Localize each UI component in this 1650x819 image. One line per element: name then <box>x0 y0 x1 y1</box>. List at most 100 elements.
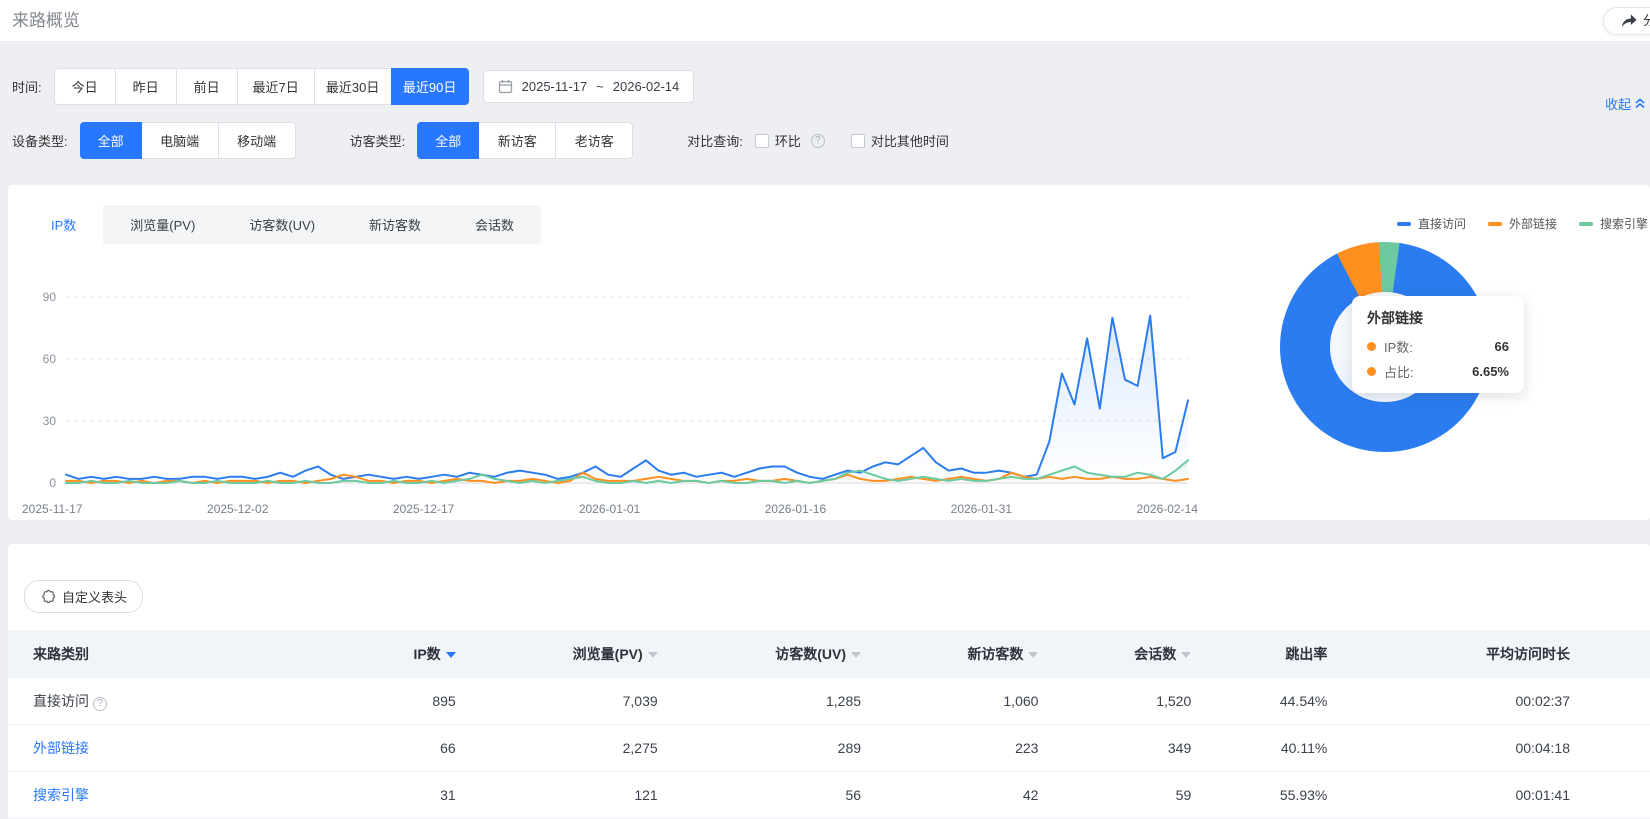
device-filter-option[interactable]: 全部 <box>80 122 142 159</box>
time-filter-option[interactable]: 最近90日 <box>391 68 469 105</box>
time-filter-option[interactable]: 前日 <box>176 68 238 105</box>
time-filter-group: 今日昨日前日最近7日最近30日最近90日 <box>54 68 469 105</box>
column-header[interactable]: 新访客数 <box>885 630 1062 678</box>
help-icon[interactable]: ? <box>811 134 825 148</box>
x-axis-labels: 2025-11-172025-12-022025-12-172026-01-01… <box>18 500 1198 516</box>
share-icon <box>1620 13 1637 29</box>
svg-text:90: 90 <box>43 290 57 304</box>
table-cell: 349 <box>1062 725 1215 772</box>
trend-chart: 0306090 2025-11-172025-12-022025-12-1720… <box>18 285 1203 516</box>
x-axis-tick: 2025-12-17 <box>393 502 454 516</box>
legend-swatch <box>1579 222 1593 226</box>
device-filter-option[interactable]: 移动端 <box>218 122 296 159</box>
table-row: 直接访问?8957,0391,2851,0601,52044.54%00:02:… <box>8 678 1650 725</box>
metric-tab[interactable]: 会话数 <box>448 205 541 244</box>
series-dot-icon <box>1367 342 1376 351</box>
time-filter-option[interactable]: 最近7日 <box>237 68 315 105</box>
top-bar: 来路概览 分享 <box>0 0 1650 42</box>
sort-caret-icon[interactable] <box>648 652 658 658</box>
share-label: 分享 <box>1643 13 1650 29</box>
table-cell: 31 <box>353 772 480 819</box>
series-dot-icon <box>1367 367 1376 376</box>
table-cell: 00:01:41 <box>1351 772 1650 819</box>
tooltip-row: IP数: 66 <box>1367 337 1509 356</box>
legend-label: 直接访问 <box>1418 215 1466 232</box>
metric-tab[interactable]: 新访客数 <box>342 205 448 244</box>
x-axis-tick: 2025-11-17 <box>22 502 83 516</box>
chevron-double-up-icon <box>1634 97 1646 110</box>
tooltip-value: 66 <box>1495 339 1509 354</box>
table-cell: 00:04:18 <box>1351 725 1650 772</box>
source-table: 来路类别 IP数 浏览量(PV)访客数(UV)新访客数会话数跳出率 平均访问时长 直接… <box>8 630 1650 819</box>
sort-caret-icon[interactable] <box>851 652 861 658</box>
sort-caret-icon[interactable] <box>446 652 456 658</box>
x-axis-tick: 2026-01-16 <box>765 502 826 516</box>
table-cell: 895 <box>353 678 480 725</box>
table-cell: 42 <box>885 772 1062 819</box>
svg-text:0: 0 <box>49 476 56 490</box>
column-header: 跳出率 <box>1215 630 1351 678</box>
visitor-filter-label: 访客类型: <box>350 131 406 150</box>
compare-other-time-label: 对比其他时间 <box>871 131 949 150</box>
legend-item-search[interactable]: 搜索引擎 <box>1579 215 1648 232</box>
x-axis-tick: 2026-01-31 <box>951 502 1012 516</box>
column-header[interactable]: 浏览量(PV) <box>480 630 682 678</box>
table-cell-category: 搜索引擎 <box>8 772 353 819</box>
column-header[interactable]: 访客数(UV) <box>682 630 885 678</box>
svg-text:30: 30 <box>43 414 57 428</box>
source-category-label: 直接访问 <box>33 693 89 709</box>
custom-header-button[interactable]: 自定义表头 <box>24 580 143 613</box>
help-icon[interactable]: ? <box>93 697 107 711</box>
metric-tab[interactable]: 访客数(UV) <box>222 205 342 244</box>
column-header-label: IP数 <box>413 646 440 662</box>
table-cell: 44.54% <box>1215 678 1351 725</box>
source-category-link[interactable]: 搜索引擎 <box>33 787 89 803</box>
tooltip-row: 占比: 6.65% <box>1367 362 1509 381</box>
x-axis-tick: 2026-01-01 <box>579 502 640 516</box>
table-cell: 66 <box>353 725 480 772</box>
column-header[interactable]: IP数 <box>353 630 480 678</box>
compare-other-time-checkbox[interactable]: 对比其他时间 <box>851 131 949 150</box>
legend-item-external[interactable]: 外部链接 <box>1488 215 1557 232</box>
time-filter-option[interactable]: 今日 <box>54 68 116 105</box>
metric-tab-strip: IP数浏览量(PV)访客数(UV)新访客数会话数 <box>24 205 541 244</box>
share-button[interactable]: 分享 <box>1603 7 1650 35</box>
time-filter-option[interactable]: 最近30日 <box>314 68 392 105</box>
metric-tab[interactable]: 浏览量(PV) <box>103 205 222 244</box>
table-cell: 1,520 <box>1062 678 1215 725</box>
compare-filter-label: 对比查询: <box>687 131 743 150</box>
custom-header-icon <box>40 589 55 604</box>
svg-text:60: 60 <box>43 352 57 366</box>
x-axis-tick: 2026-02-14 <box>1137 502 1198 516</box>
table-cell: 56 <box>682 772 885 819</box>
table-cell: 40.11% <box>1215 725 1351 772</box>
compare-ring-label: 环比 <box>775 131 801 150</box>
filter-panel: 收起 时间: 今日昨日前日最近7日最近30日最近90日 2025-11-17 ~… <box>0 42 1650 185</box>
legend-item-direct[interactable]: 直接访问 <box>1397 215 1466 232</box>
sort-caret-icon[interactable] <box>1181 652 1191 658</box>
collapse-label: 收起 <box>1605 94 1631 113</box>
time-filter-option[interactable]: 昨日 <box>115 68 177 105</box>
sort-caret-icon[interactable] <box>1028 652 1038 658</box>
metric-tab[interactable]: IP数 <box>24 205 103 244</box>
date-range-picker[interactable]: 2025-11-17 ~ 2026-02-14 <box>483 70 695 103</box>
table-cell-category: 直接访问? <box>8 678 353 725</box>
tooltip-title: 外部链接 <box>1367 308 1509 328</box>
compare-ring-checkbox[interactable]: 环比 ? <box>755 131 825 150</box>
visitor-filter-group: 全部新访客老访客 <box>417 122 633 159</box>
column-header: 平均访问时长 <box>1351 630 1650 678</box>
column-header-label: 平均访问时长 <box>1486 646 1570 662</box>
visitor-filter-option[interactable]: 老访客 <box>555 122 633 159</box>
page-title: 来路概览 <box>12 11 80 30</box>
visitor-filter-option[interactable]: 新访客 <box>478 122 556 159</box>
date-range-separator: ~ <box>596 79 604 94</box>
column-header-label: 来路类别 <box>33 646 89 662</box>
device-filter-option[interactable]: 电脑端 <box>141 122 219 159</box>
column-header[interactable]: 会话数 <box>1062 630 1215 678</box>
table-cell: 289 <box>682 725 885 772</box>
visitor-filter-option[interactable]: 全部 <box>417 122 479 159</box>
chart-legend: 直接访问 外部链接 搜索引擎 <box>1375 215 1648 232</box>
source-category-link[interactable]: 外部链接 <box>33 740 89 756</box>
collapse-link[interactable]: 收起 <box>1605 94 1646 113</box>
date-range-end: 2026-02-14 <box>613 79 680 94</box>
